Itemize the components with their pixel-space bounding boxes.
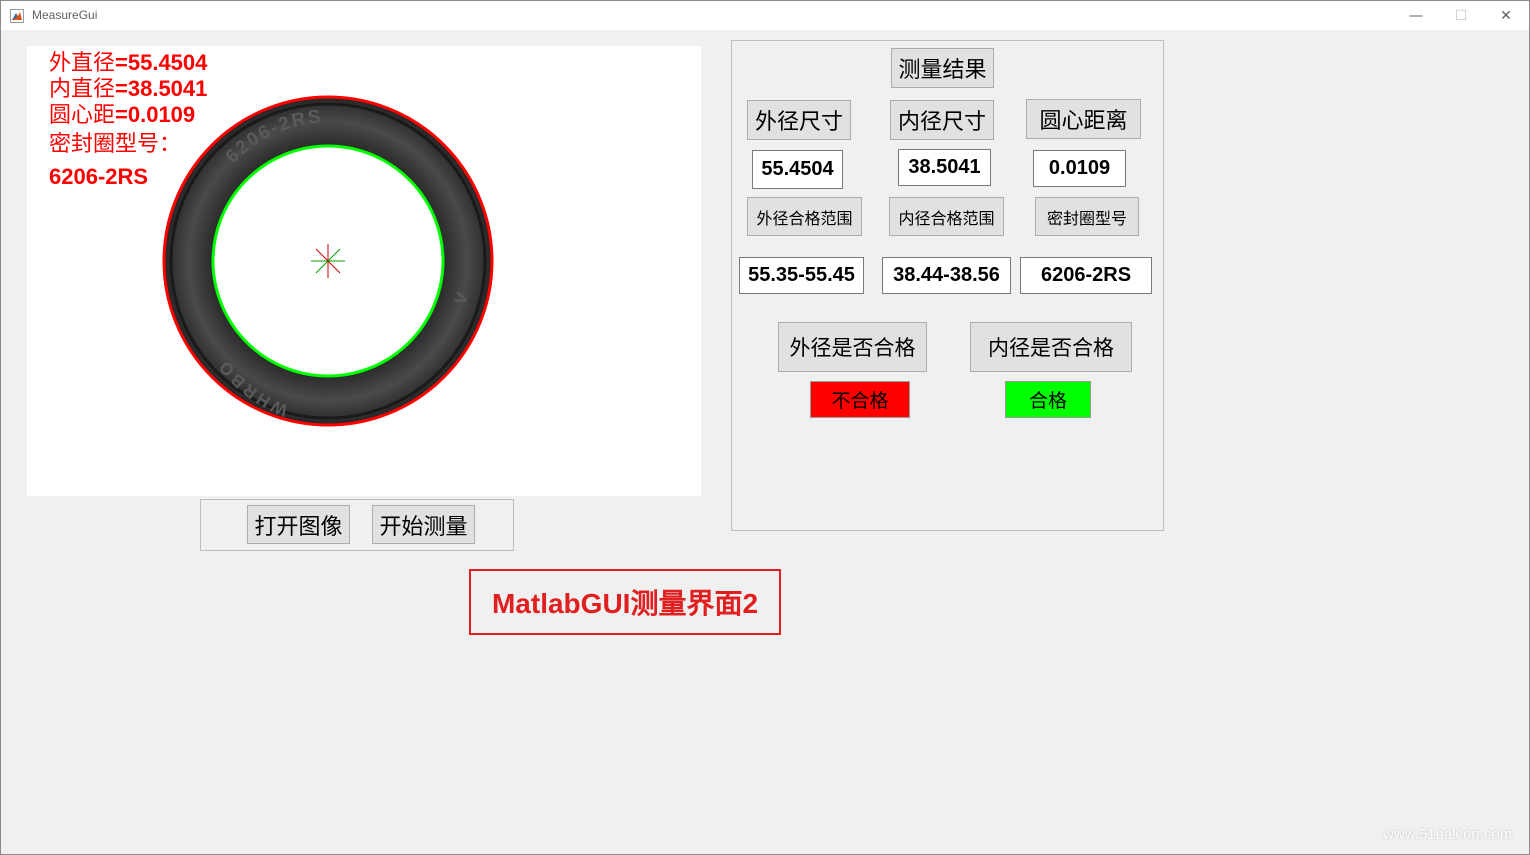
outer-size-field[interactable]: 55.4504 — [752, 150, 843, 189]
center-marker-icon — [311, 244, 345, 278]
outer-size-button[interactable]: 外径尺寸 — [747, 100, 851, 140]
seal-model-field[interactable]: 6206-2RS — [1020, 257, 1152, 294]
outer-range-field[interactable]: 55.35-55.45 — [739, 257, 864, 294]
outer-check-button[interactable]: 外径是否合格 — [778, 322, 927, 372]
outer-range-button[interactable]: 外径合格范围 — [747, 197, 862, 236]
inner-range-button[interactable]: 内径合格范围 — [889, 197, 1004, 236]
seal-model-overlay-label: 密封圈型号： — [49, 132, 182, 157]
results-panel: 测量结果 外径尺寸 内径尺寸 圆心距离 55.4504 38.5041 0.01… — [731, 40, 1164, 531]
outer-diameter-overlay: 外直径=55.4504 — [49, 50, 208, 76]
outer-status-badge: 不合格 — [810, 381, 910, 418]
open-image-button[interactable]: 打开图像 — [247, 505, 350, 544]
inner-range-field[interactable]: 38.44-38.56 — [882, 257, 1011, 294]
watermark-text: www.51halcon.com — [1383, 826, 1513, 843]
seal-model-overlay-value: 6206-2RS — [49, 164, 149, 189]
inner-size-field[interactable]: 38.5041 — [898, 149, 991, 186]
inner-diameter-overlay: 内直径=38.5041 — [49, 76, 208, 102]
center-distance-field[interactable]: 0.0109 — [1033, 150, 1126, 187]
image-axes: 6206-2RS WHRBO V 外直径=55.4504 内直径=38.5041… — [27, 46, 701, 496]
center-distance-button[interactable]: 圆心距离 — [1026, 99, 1141, 139]
title-bar[interactable]: MeasureGui — ☐ ✕ — [1, 1, 1529, 30]
action-panel: 打开图像 开始测量 — [200, 499, 514, 551]
results-title-button[interactable]: 测量结果 — [891, 48, 994, 88]
close-button[interactable]: ✕ — [1483, 1, 1529, 30]
maximize-button[interactable]: ☐ — [1438, 1, 1484, 30]
start-measure-button[interactable]: 开始测量 — [372, 505, 475, 544]
seal-model-button[interactable]: 密封圈型号 — [1035, 197, 1139, 236]
center-distance-overlay: 圆心距=0.0109 — [49, 102, 196, 128]
caption-label: MatlabGUI测量界面2 — [469, 569, 781, 635]
minimize-button[interactable]: — — [1393, 1, 1439, 30]
inner-size-button[interactable]: 内径尺寸 — [890, 100, 994, 140]
matlab-icon — [10, 9, 24, 23]
window-title: MeasureGui — [32, 8, 98, 22]
inner-status-badge: 合格 — [1005, 381, 1091, 418]
inner-check-button[interactable]: 内径是否合格 — [970, 322, 1132, 372]
